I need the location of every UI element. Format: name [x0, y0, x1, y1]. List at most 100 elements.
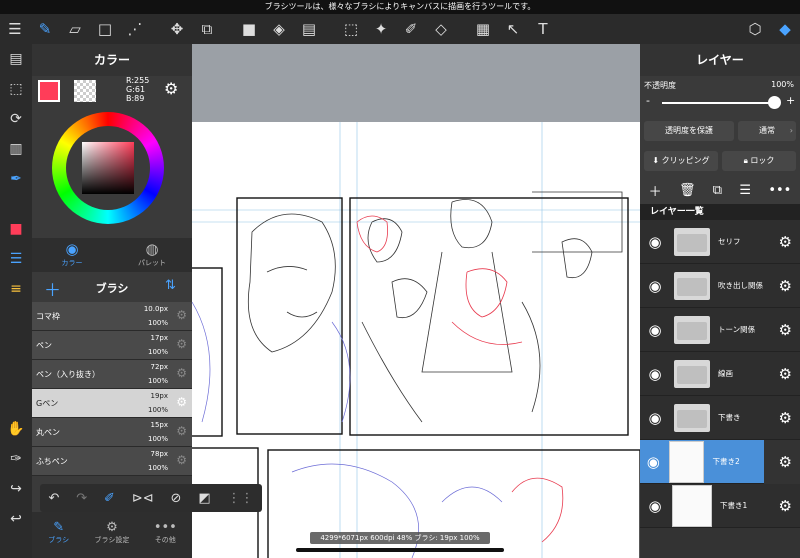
brush-gear-icon[interactable]: ⚙ — [176, 366, 187, 380]
layer-item[interactable]: ◉ 吹き出し関係 ⚙ — [640, 264, 800, 308]
layer-gear-icon[interactable]: ⚙ — [779, 233, 792, 251]
brush-item[interactable]: コマ枠 10.0px 100% ⚙ — [32, 302, 192, 331]
brush-gear-icon[interactable]: ⚙ — [176, 424, 187, 438]
layer-item[interactable]: ◉ 下書き1 ⚙ — [640, 484, 800, 528]
rotate-icon[interactable]: ⟳ — [0, 104, 32, 134]
brush-list-icon[interactable]: ☰ — [0, 244, 32, 274]
clipping-button[interactable]: ⬇ クリッピング — [644, 151, 718, 171]
tab-palette[interactable]: ◍ パレット — [112, 238, 192, 272]
brush-gear-icon[interactable]: ⚙ — [176, 308, 187, 322]
eye-icon[interactable]: ◉ — [640, 321, 670, 339]
layer-item[interactable]: ◉ トーン関係 ⚙ — [640, 308, 800, 352]
select-pen-icon[interactable]: ✐ — [396, 14, 426, 44]
ruler-icon[interactable]: ▥ — [0, 134, 32, 164]
layer-gear-icon[interactable]: ⚙ — [779, 409, 792, 427]
opacity-slider-knob[interactable] — [768, 96, 781, 109]
layers-icon[interactable]: ◆ — [770, 14, 800, 44]
brush-item[interactable]: 丸ペン 15px 100% ⚙ — [32, 418, 192, 447]
brush-item[interactable]: ペン 17px 100% ⚙ — [32, 331, 192, 360]
more-options-icon[interactable]: ••• — [768, 183, 791, 198]
eyedropper-icon[interactable]: ✑ — [0, 444, 32, 474]
tab-brush-settings[interactable]: ⚙ ブラシ設定 — [85, 512, 138, 558]
layer-item[interactable]: ◉ 下書き ⚙ — [640, 396, 800, 440]
magic-wand-icon[interactable]: ✦ — [366, 14, 396, 44]
layer-item[interactable]: ◉ セリフ ⚙ — [640, 220, 800, 264]
brush-tool-icon[interactable]: ✎ — [30, 14, 60, 44]
eraser-tool-icon[interactable]: ▱ — [60, 14, 90, 44]
hand-icon[interactable]: ✋ — [0, 414, 32, 444]
undo-arrow-icon[interactable]: ↶ — [48, 491, 59, 506]
minus-icon[interactable]: - — [646, 94, 650, 107]
page-icon[interactable]: ▤ — [0, 44, 32, 74]
tab-brush[interactable]: ✎ ブラシ — [32, 512, 85, 558]
tab-other[interactable]: ••• その他 — [139, 512, 192, 558]
brush-item[interactable]: ふちペン 78px 100% ⚙ — [32, 447, 192, 476]
operation-tool-icon[interactable]: ↖ — [498, 14, 528, 44]
copy-layer-icon[interactable]: ⧉ — [713, 183, 722, 198]
protect-transparency-button[interactable]: 透明度を保護 — [644, 121, 734, 141]
lock-button[interactable]: 🔒︎ ロック — [722, 151, 796, 171]
tab-color[interactable]: ◉ カラー — [32, 238, 112, 272]
material-icon[interactable]: ⬡ — [740, 14, 770, 44]
brush-gear-icon[interactable]: ⚙ — [176, 395, 187, 409]
transform-tool-icon[interactable]: ⧉ — [192, 14, 222, 44]
selection-icon[interactable]: ⬚ — [0, 74, 32, 104]
rectangle-tool-icon[interactable]: □ — [90, 14, 120, 44]
redo-icon[interactable]: ↪ — [0, 474, 32, 504]
sort-icon[interactable]: ⇅ — [165, 278, 176, 293]
main-color-swatch[interactable] — [38, 80, 60, 102]
fill-rect-tool-icon[interactable]: ■ — [234, 14, 264, 44]
brush-gear-icon[interactable]: ⚙ — [176, 453, 187, 467]
palette-stack-icon[interactable]: ≡ — [0, 274, 32, 304]
layer-item-selected[interactable]: ◉ 下書き2 ⚙ — [640, 440, 792, 484]
layer-gear-icon[interactable]: ⚙ — [779, 277, 792, 295]
color-swatch-icon[interactable]: ■ — [0, 214, 32, 244]
clipping-icon: ⬇ — [652, 156, 660, 165]
snap-off-icon[interactable]: ⊘ — [171, 491, 182, 506]
opacity-slider[interactable] — [662, 102, 774, 104]
layer-gear-icon[interactable]: ⚙ — [779, 365, 792, 383]
plus-icon[interactable]: + — [786, 94, 795, 107]
select-eraser-icon[interactable]: ◇ — [426, 14, 456, 44]
select-tool-icon[interactable]: ⬚ — [336, 14, 366, 44]
canvas-area[interactable] — [192, 44, 640, 558]
gradient-tool-icon[interactable]: ▤ — [294, 14, 324, 44]
chevron-right-icon: › — [789, 126, 793, 135]
eye-icon[interactable]: ◉ — [640, 409, 670, 427]
eye-icon[interactable]: ◉ — [640, 365, 670, 383]
layer-gear-icon[interactable]: ⚙ — [779, 497, 792, 515]
sub-color-swatch[interactable] — [74, 80, 96, 102]
text-tool-icon[interactable]: T — [528, 14, 558, 44]
panel-layout-icon[interactable]: ▦ — [468, 14, 498, 44]
add-layer-icon[interactable]: ＋ — [649, 181, 662, 200]
saturation-value-square[interactable] — [82, 142, 134, 194]
layer-list-icon[interactable]: ☰ — [739, 183, 751, 198]
rgb-b-value: B:89 — [126, 94, 145, 103]
pen-correction-icon[interactable]: ✐ — [104, 491, 115, 506]
bucket-tool-icon[interactable]: ◈ — [264, 14, 294, 44]
eye-icon[interactable]: ◉ — [640, 453, 667, 471]
eraser-toggle-icon[interactable]: ◩ — [198, 491, 210, 506]
brush-item[interactable]: ペン（入り抜き） 72px 100% ⚙ — [32, 360, 192, 389]
eye-icon[interactable]: ◉ — [640, 277, 670, 295]
color-tab-icon: ◉ — [65, 240, 79, 258]
grid-icon[interactable]: ⋮⋮ — [228, 491, 254, 506]
dot-tool-icon[interactable]: ⋰ — [120, 14, 150, 44]
menu-icon[interactable]: ☰ — [0, 14, 30, 44]
pen-icon[interactable]: ✒ — [0, 164, 32, 194]
opacity-value: 100% — [771, 80, 794, 89]
layer-item[interactable]: ◉ 線画 ⚙ — [640, 352, 800, 396]
flip-icon[interactable]: ⊳⊲ — [132, 491, 154, 506]
brush-gear-icon[interactable]: ⚙ — [176, 337, 187, 351]
eye-icon[interactable]: ◉ — [640, 233, 670, 251]
move-tool-icon[interactable]: ✥ — [162, 14, 192, 44]
layer-gear-icon[interactable]: ⚙ — [779, 453, 792, 471]
redo-arrow-icon[interactable]: ↷ — [76, 491, 87, 506]
trash-icon[interactable]: 🗑︎ — [679, 183, 696, 198]
layer-gear-icon[interactable]: ⚙ — [779, 321, 792, 339]
undo-icon[interactable]: ↩ — [0, 504, 32, 534]
brush-item-selected[interactable]: Gペン 19px 100% ⚙ — [32, 389, 192, 418]
eye-icon[interactable]: ◉ — [640, 497, 670, 515]
blend-mode-button[interactable]: 通常 › — [738, 121, 796, 141]
color-settings-gear-icon[interactable]: ⚙ — [164, 79, 178, 98]
